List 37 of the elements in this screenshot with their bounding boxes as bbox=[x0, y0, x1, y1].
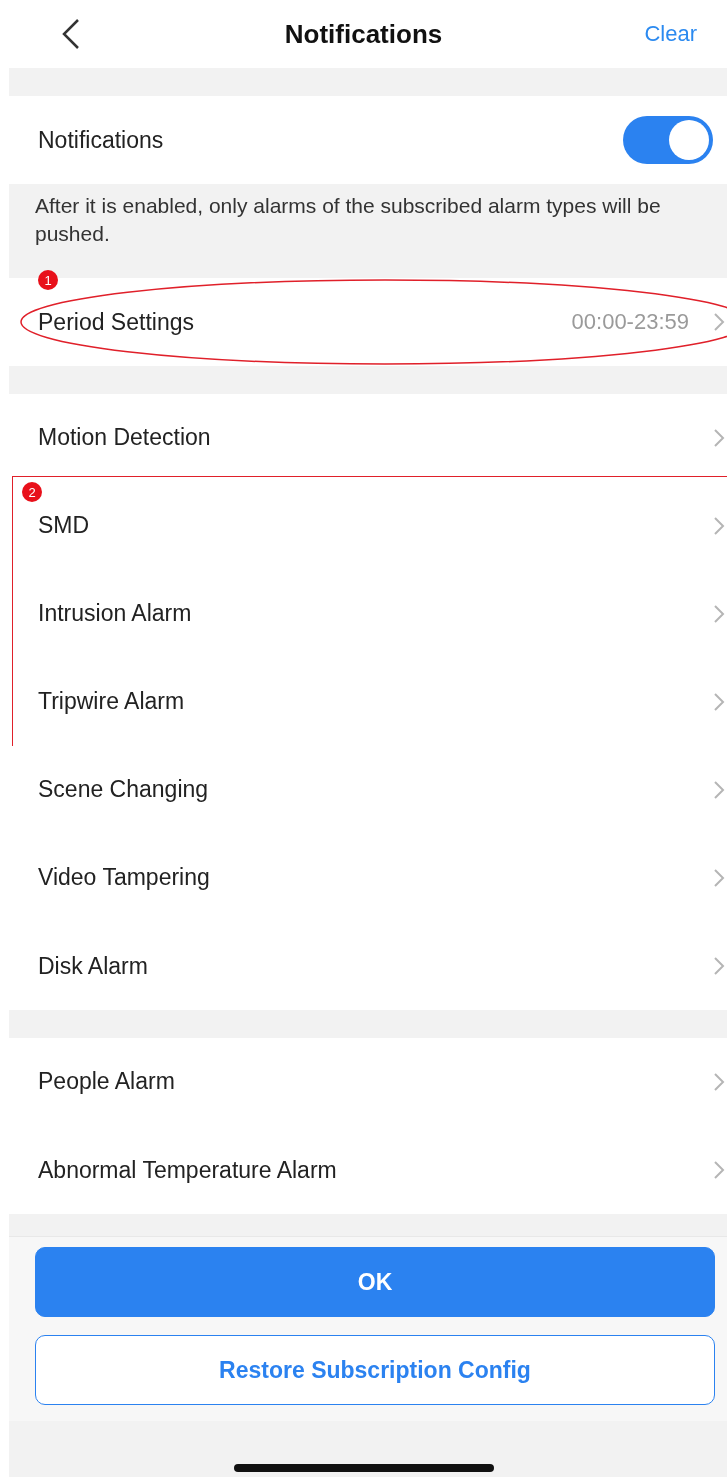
clear-link[interactable]: Clear bbox=[644, 21, 697, 47]
settings-row[interactable]: Tripwire Alarm bbox=[9, 658, 727, 746]
ok-button[interactable]: OK bbox=[35, 1247, 715, 1317]
row-label: Period Settings bbox=[38, 308, 195, 336]
settings-row[interactable]: Scene Changing bbox=[9, 746, 727, 834]
description-text: After it is enabled, only alarms of the subscribed alarm types will be pushed. bbox=[34, 193, 662, 247]
chevron-right-icon bbox=[713, 867, 725, 888]
page-title: Notifications bbox=[284, 18, 443, 50]
row-value: 00:00-23:59 bbox=[571, 309, 689, 335]
row-label: Motion Detection bbox=[38, 424, 212, 451]
toggle-switch[interactable] bbox=[623, 116, 713, 164]
restore-button[interactable]: Restore Subscription Config bbox=[35, 1335, 715, 1405]
chevron-right-icon bbox=[713, 956, 725, 976]
row-label: Notifications bbox=[38, 126, 165, 154]
row-label: Video Tampering bbox=[38, 864, 211, 891]
settings-row[interactable]: Abnormal Temperature Alarm bbox=[9, 1126, 727, 1214]
settings-row[interactable]: Intrusion Alarm bbox=[9, 570, 727, 658]
chevron-right-icon bbox=[713, 1071, 725, 1092]
chevron-right-icon bbox=[713, 691, 725, 712]
chevron-right-icon bbox=[713, 312, 725, 332]
chevron-right-icon bbox=[713, 515, 725, 536]
settings-row[interactable]: Disk Alarm bbox=[9, 922, 727, 1010]
row-label: SMD bbox=[38, 512, 91, 539]
row-label: Scene Changing bbox=[38, 776, 210, 803]
chevron-right-icon bbox=[713, 1160, 725, 1180]
settings-row[interactable]: People Alarm bbox=[9, 1038, 727, 1126]
settings-row[interactable]: Motion Detection bbox=[9, 394, 727, 482]
row-label: People Alarm bbox=[38, 1068, 176, 1095]
row-label: Tripwire Alarm bbox=[38, 688, 186, 715]
chevron-right-icon bbox=[713, 427, 725, 448]
row-label: Abnormal Temperature Alarm bbox=[38, 1156, 338, 1184]
chevron-right-icon bbox=[713, 779, 725, 800]
settings-row[interactable]: Video Tampering bbox=[9, 834, 727, 922]
row-label: Disk Alarm bbox=[38, 952, 149, 980]
chevron-right-icon bbox=[713, 603, 725, 624]
row-label: Intrusion Alarm bbox=[38, 600, 193, 627]
annotation-number: 1 bbox=[38, 270, 58, 290]
